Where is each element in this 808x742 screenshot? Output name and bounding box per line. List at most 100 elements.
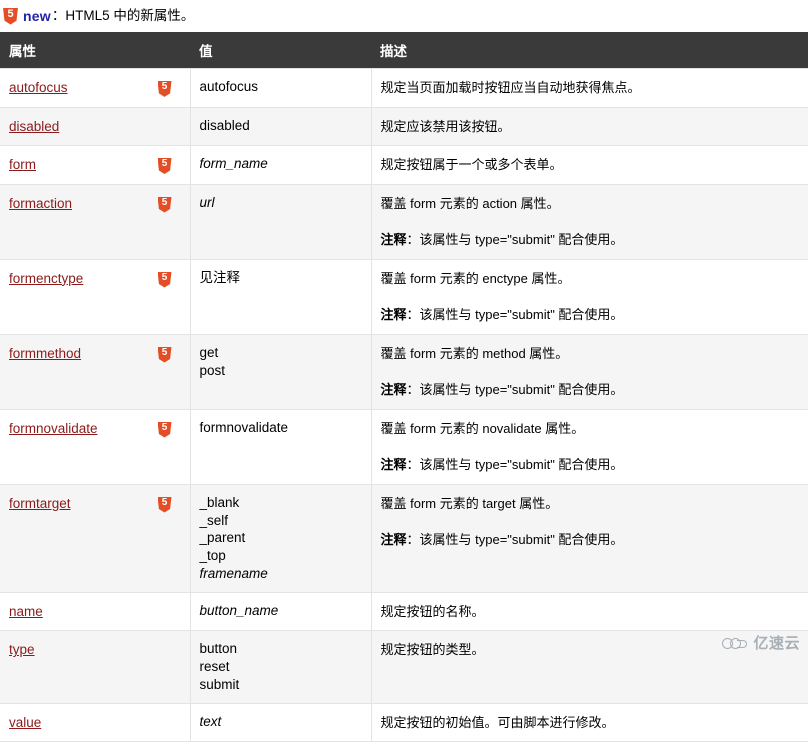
description-cell: 规定按钮属于一个或多个表单。 <box>371 145 808 185</box>
value-line: post <box>199 362 226 378</box>
table-row: formmethod 5 get post 覆盖 form 元素的 method 属性。… <box>0 333 808 410</box>
description-note: 注释：该属性与 type="submit" 配合使用。 <box>380 307 624 323</box>
table-row: disabled disabled 规定应该禁用该按钮。 <box>0 106 808 147</box>
value-line: button <box>199 641 238 657</box>
html5-badge-placeholder <box>158 642 173 659</box>
value-line: get <box>199 344 219 360</box>
value-line: _self <box>199 512 229 528</box>
table-row: form 5 form_name 规定按钮属于一个或多个表单。 <box>0 145 808 185</box>
table-row: autofocus 5 autofocus 规定当页面加载时按钮应当自动地获得焦点。 <box>0 68 808 108</box>
attribute-link-type[interactable]: type <box>9 640 35 660</box>
description-cell: 规定按钮的初始值。可由脚本进行修改。 <box>371 702 808 742</box>
description-text: 规定按钮的类型。 <box>380 642 485 658</box>
attribute-link-formtarget[interactable]: formtarget <box>9 494 71 514</box>
html5-badge-icon: 5 <box>157 421 172 438</box>
html5-badge-number: 5 <box>7 8 14 20</box>
value-line: formnovalidate <box>199 419 289 435</box>
value-line: _blank <box>199 494 240 510</box>
attribute-link-formnovalidate[interactable]: formnovalidate <box>9 419 98 439</box>
column-header-description: 描述 <box>371 32 808 69</box>
attribute-cell-inner: formnovalidate 5 <box>9 419 181 439</box>
value-text: button_name <box>200 602 362 620</box>
attribute-cell: formmethod 5 <box>0 333 191 410</box>
description-note: 注释：该属性与 type="submit" 配合使用。 <box>380 532 624 548</box>
attribute-link-name[interactable]: name <box>9 602 43 622</box>
value-cell: button reset submit <box>190 630 372 704</box>
attribute-cell: value <box>0 702 191 742</box>
html5-badge-placeholder <box>158 118 173 135</box>
table-body: autofocus 5 autofocus 规定当页面加载时按钮应当自动地获得焦点。 d… <box>0 68 808 742</box>
table-header-row: 属性 值 描述 <box>0 32 808 69</box>
attribute-cell-inner: formtarget 5 <box>9 494 181 514</box>
value-text: autofocus <box>200 78 362 96</box>
html5-badge-number: 5 <box>161 497 168 509</box>
attribute-link-disabled[interactable]: disabled <box>9 117 59 137</box>
description-cell: 规定按钮的类型。 <box>371 630 808 704</box>
value-cell: autofocus <box>190 68 372 108</box>
description-cell: 覆盖 form 元素的 method 属性。 注释：该属性与 type="subm… <box>371 333 808 410</box>
value-cell: url <box>190 183 372 260</box>
table-row: formaction 5 url 覆盖 form 元素的 action 属性。注释：该… <box>0 183 808 260</box>
note-label: 注释 <box>380 307 407 323</box>
description-text: 覆盖 form 元素的 enctype 属性。 <box>380 270 571 286</box>
description-cell: 规定当页面加载时按钮应当自动地获得焦点。 <box>371 68 808 108</box>
table-row: formtarget 5 _blank _self _parent _top framena… <box>0 483 808 593</box>
table-row: name button_name 规定按钮的名称。 <box>0 591 808 632</box>
html5-badge-icon: 5 <box>3 7 18 25</box>
note-label: 注释 <box>380 532 407 548</box>
description-cell: 覆盖 form 元素的 novalidate 属性。 注释：该属性与 type="… <box>371 408 808 485</box>
attribute-link-formaction[interactable]: formaction <box>9 194 72 214</box>
html5-badge-placeholder <box>158 714 173 731</box>
html5-badge-placeholder <box>158 603 173 620</box>
description-cell: 覆盖 form 元素的 target 属性。注释：该属性与 type="subm… <box>371 483 808 593</box>
html5-badge-icon: 5 <box>157 346 172 363</box>
attribute-cell-inner: form 5 <box>9 155 181 175</box>
attribute-link-form[interactable]: form <box>9 155 36 175</box>
value-line: url <box>199 194 215 210</box>
value-line: form_name <box>199 156 268 172</box>
attribute-cell: disabled <box>0 106 191 147</box>
attribute-link-autofocus[interactable]: autofocus <box>9 78 68 98</box>
value-cell: _blank _self _parent _top framename <box>190 483 372 593</box>
value-text: button reset submit <box>200 640 362 693</box>
html5-badge-icon: 5 <box>157 157 172 174</box>
description-text: 覆盖 form 元素的 action 属性。 <box>380 195 560 211</box>
description-note: 注释：该属性与 type="submit" 配合使用。 <box>380 232 624 248</box>
attribute-cell: autofocus 5 <box>0 68 191 108</box>
value-line: _top <box>199 548 226 564</box>
html5-badge-icon: 5 <box>157 420 173 438</box>
value-text: url <box>200 194 362 212</box>
note-label: 注释 <box>380 457 407 473</box>
attribute-cell-inner: disabled <box>9 117 181 137</box>
attribute-link-formenctype[interactable]: formenctype <box>9 269 83 289</box>
description-cell: 覆盖 form 元素的 action 属性。注释：该属性与 type="subm… <box>371 183 808 260</box>
column-header-value: 值 <box>190 32 371 69</box>
value-text: disabled <box>200 117 362 135</box>
attribute-cell: form 5 <box>0 145 191 185</box>
note-description-text: ：HTML5 中的新属性。 <box>51 8 195 24</box>
description-text: 规定按钮的名称。 <box>380 603 485 619</box>
attribute-cell-inner: value <box>9 713 181 733</box>
value-cell: disabled <box>190 106 372 147</box>
value-line: _parent <box>199 530 246 546</box>
description-cell: 规定应该禁用该按钮。 <box>371 106 808 147</box>
html5-new-note-banner: 5 new ：HTML5 中的新属性。 <box>0 0 808 32</box>
attribute-cell: formaction 5 <box>0 183 191 260</box>
value-cell: 见注释 <box>190 258 372 335</box>
html5-badge-number: 5 <box>161 422 168 434</box>
value-line: text <box>199 713 222 729</box>
attribute-link-value[interactable]: value <box>9 713 41 733</box>
note-label: 注释 <box>380 382 407 398</box>
value-line: disabled <box>199 117 250 133</box>
description-text: 规定当页面加载时按钮应当自动地获得焦点。 <box>380 80 641 95</box>
value-cell: text <box>190 702 372 742</box>
html5-badge-number: 5 <box>161 158 168 170</box>
attribute-cell: formnovalidate 5 <box>0 408 191 485</box>
html5-badge-icon: 5 <box>157 271 172 288</box>
value-text: 见注释 <box>200 269 362 287</box>
attribute-cell-inner: autofocus 5 <box>9 78 181 98</box>
description-text: 覆盖 form 元素的 target 属性。 <box>380 495 559 511</box>
attribute-link-formmethod[interactable]: formmethod <box>9 344 81 364</box>
value-text: form_name <box>200 155 362 173</box>
description-cell: 覆盖 form 元素的 enctype 属性。注释：该属性与 type="sub… <box>371 258 808 335</box>
